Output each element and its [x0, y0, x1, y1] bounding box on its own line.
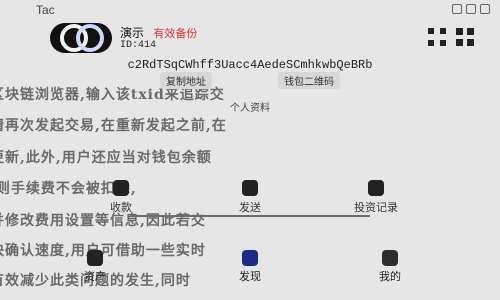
- app-title: Tac: [36, 3, 55, 17]
- wallet-card: 演示 有效备份 ID:414: [20, 18, 482, 58]
- copy-address-button[interactable]: 复制地址: [160, 71, 212, 89]
- wallet-actions: 收款 发送 投资记录: [0, 180, 500, 220]
- divider: [130, 215, 370, 217]
- background-text-line: 更新,此外,用户还应当对钱包余额: [0, 150, 212, 166]
- tab-discover-label: 发现: [239, 271, 261, 283]
- history-label: 投资记录: [354, 202, 398, 214]
- status-bar: Tac: [0, 0, 500, 20]
- history-icon: [368, 180, 384, 196]
- receive-icon: [113, 180, 129, 196]
- receive-button[interactable]: 收款: [83, 180, 159, 220]
- send-icon: [242, 180, 258, 196]
- send-button[interactable]: 发送: [212, 180, 288, 220]
- status-icons: [452, 4, 490, 14]
- wallet-address[interactable]: c2RdTSqCWhff3Uacc4AedeSCmhkwbQeBRb: [0, 58, 500, 72]
- bottom-tab-bar: 资产 发现 我的: [0, 250, 500, 283]
- profile-icon: [382, 250, 398, 266]
- receive-label: 收款: [110, 202, 132, 214]
- wallet-logo-icon: [50, 23, 112, 53]
- background-text-line: 请再次发起交易,在重新发起之前,在: [0, 118, 227, 134]
- assets-icon: [87, 250, 103, 266]
- history-button[interactable]: 投资记录: [338, 180, 414, 220]
- tab-assets[interactable]: 资产: [55, 250, 135, 284]
- wifi-icon: [466, 4, 476, 14]
- send-label: 发送: [239, 202, 261, 214]
- battery-icon: [480, 4, 490, 14]
- discover-icon: [242, 250, 258, 266]
- wallet-id: ID:414: [120, 40, 157, 51]
- tab-profile[interactable]: 我的: [350, 250, 430, 284]
- wallet-name: 演示 有效备份: [120, 24, 197, 41]
- menu-grid-icon[interactable]: [456, 28, 474, 46]
- signal-icon: [452, 4, 462, 14]
- wallet-qr-button[interactable]: 钱包二维码: [278, 71, 340, 89]
- address-actions: 复制地址 钱包二维码: [160, 71, 340, 89]
- tab-assets-label: 资产: [84, 271, 106, 283]
- tab-profile-label: 我的: [379, 271, 401, 283]
- wallet-name-text: 演示: [120, 26, 145, 40]
- logo-ring-right: [76, 24, 104, 52]
- wallet-tag: 有效备份: [153, 28, 198, 40]
- qr-code-icon[interactable]: [428, 28, 446, 46]
- tab-discover[interactable]: 发现: [210, 250, 290, 284]
- section-title: 个人资料: [230, 103, 270, 114]
